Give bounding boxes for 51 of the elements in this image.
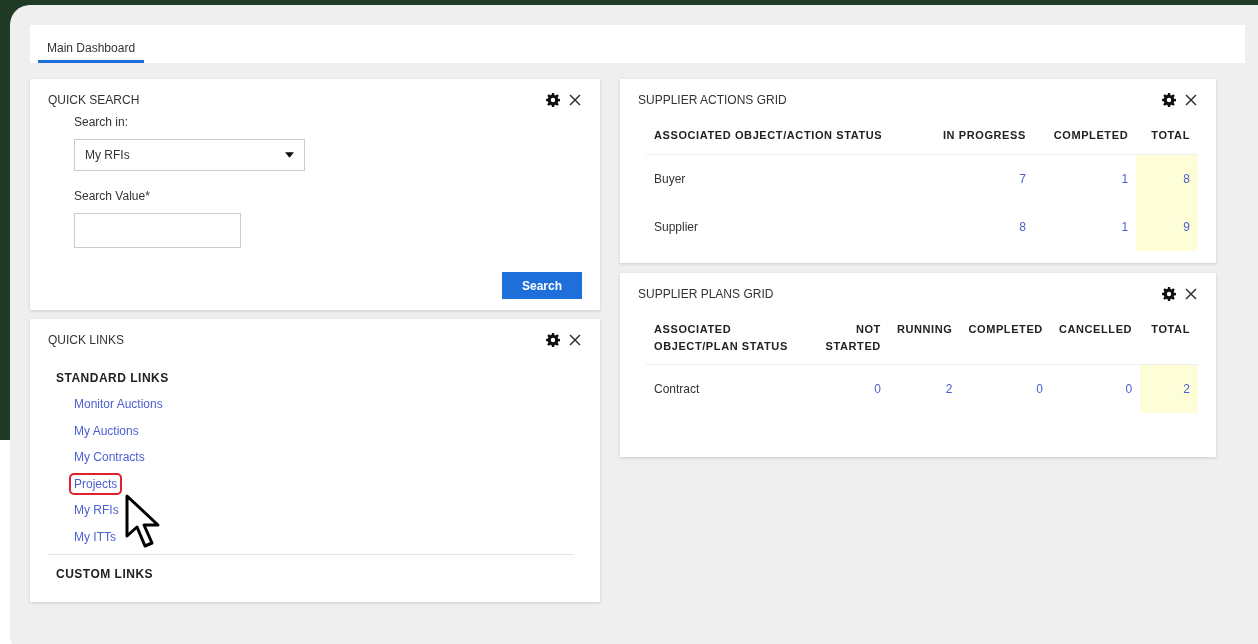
quick-link[interactable]: My Contracts bbox=[69, 446, 150, 468]
count-link[interactable]: 1 bbox=[1033, 154, 1137, 203]
count-link[interactable]: 0 bbox=[817, 364, 889, 413]
column-header: TOTAL bbox=[1140, 311, 1198, 365]
panel-title: QUICK SEARCH bbox=[48, 92, 140, 109]
column-header: IN PROGRESS bbox=[922, 117, 1034, 154]
row-label: Buyer bbox=[646, 154, 923, 203]
section-heading: STANDARD LINKS bbox=[56, 370, 170, 387]
count-link[interactable]: 9 bbox=[1136, 202, 1198, 251]
field-label: Search in: bbox=[74, 114, 130, 131]
settings-icon[interactable] bbox=[1162, 93, 1176, 107]
column-header: ASSOCIATED OBJECT/ACTION STATUS bbox=[646, 117, 923, 154]
column-header: ASSOCIATED OBJECT/PLAN STATUS bbox=[646, 311, 818, 365]
column-header: TOTAL bbox=[1136, 117, 1198, 154]
caret-icon bbox=[285, 152, 294, 158]
search-value-field[interactable] bbox=[74, 213, 241, 248]
settings-icon[interactable] bbox=[546, 333, 560, 347]
close-icon[interactable] bbox=[1184, 93, 1198, 107]
count-link[interactable]: 8 bbox=[922, 202, 1034, 251]
panel-title: SUPPLIER ACTIONS GRID bbox=[638, 92, 787, 109]
quick-link[interactable]: Monitor Auctions bbox=[69, 393, 168, 415]
search-in-dropdown[interactable]: My RFIs bbox=[74, 139, 305, 171]
section-heading: CUSTOM LINKS bbox=[56, 566, 155, 583]
row-label: Supplier bbox=[653, 218, 700, 236]
column-header: CANCELLED bbox=[1050, 311, 1141, 365]
count-link[interactable]: 1 bbox=[1033, 202, 1137, 251]
count-link[interactable]: 7 bbox=[922, 154, 1034, 203]
count-link[interactable]: 0 bbox=[960, 364, 1051, 413]
panel-title: SUPPLIER PLANS GRID bbox=[638, 286, 774, 303]
count-link[interactable]: 2 bbox=[888, 364, 961, 413]
close-icon[interactable] bbox=[568, 93, 582, 107]
dashboard-tab[interactable]: Main Dashboard bbox=[38, 25, 145, 63]
quick-link[interactable]: My RFIs bbox=[69, 499, 124, 521]
column-header: RUNNING bbox=[888, 311, 961, 365]
settings-icon[interactable] bbox=[1162, 287, 1176, 301]
quick-link[interactable]: My Auctions bbox=[69, 419, 144, 442]
row-label: Contract bbox=[646, 364, 818, 413]
quick-link[interactable]: Projects bbox=[69, 472, 123, 495]
column-header: COMPLETED bbox=[1033, 117, 1137, 154]
quick-link[interactable]: My ITTs bbox=[69, 525, 121, 548]
settings-icon[interactable] bbox=[546, 93, 560, 107]
column-header: COMPLETED bbox=[960, 311, 1051, 365]
count-link[interactable]: 8 bbox=[1136, 154, 1198, 203]
close-icon[interactable] bbox=[1184, 287, 1198, 301]
column-header: NOT STARTED bbox=[817, 311, 889, 365]
count-link[interactable]: 0 bbox=[1050, 364, 1141, 413]
close-icon[interactable] bbox=[568, 333, 582, 347]
count-link[interactable]: 2 bbox=[1140, 364, 1198, 413]
search-button[interactable]: Search bbox=[502, 272, 582, 299]
panel-title: QUICK LINKS bbox=[48, 332, 125, 349]
field-label: Search Value* bbox=[74, 188, 151, 205]
